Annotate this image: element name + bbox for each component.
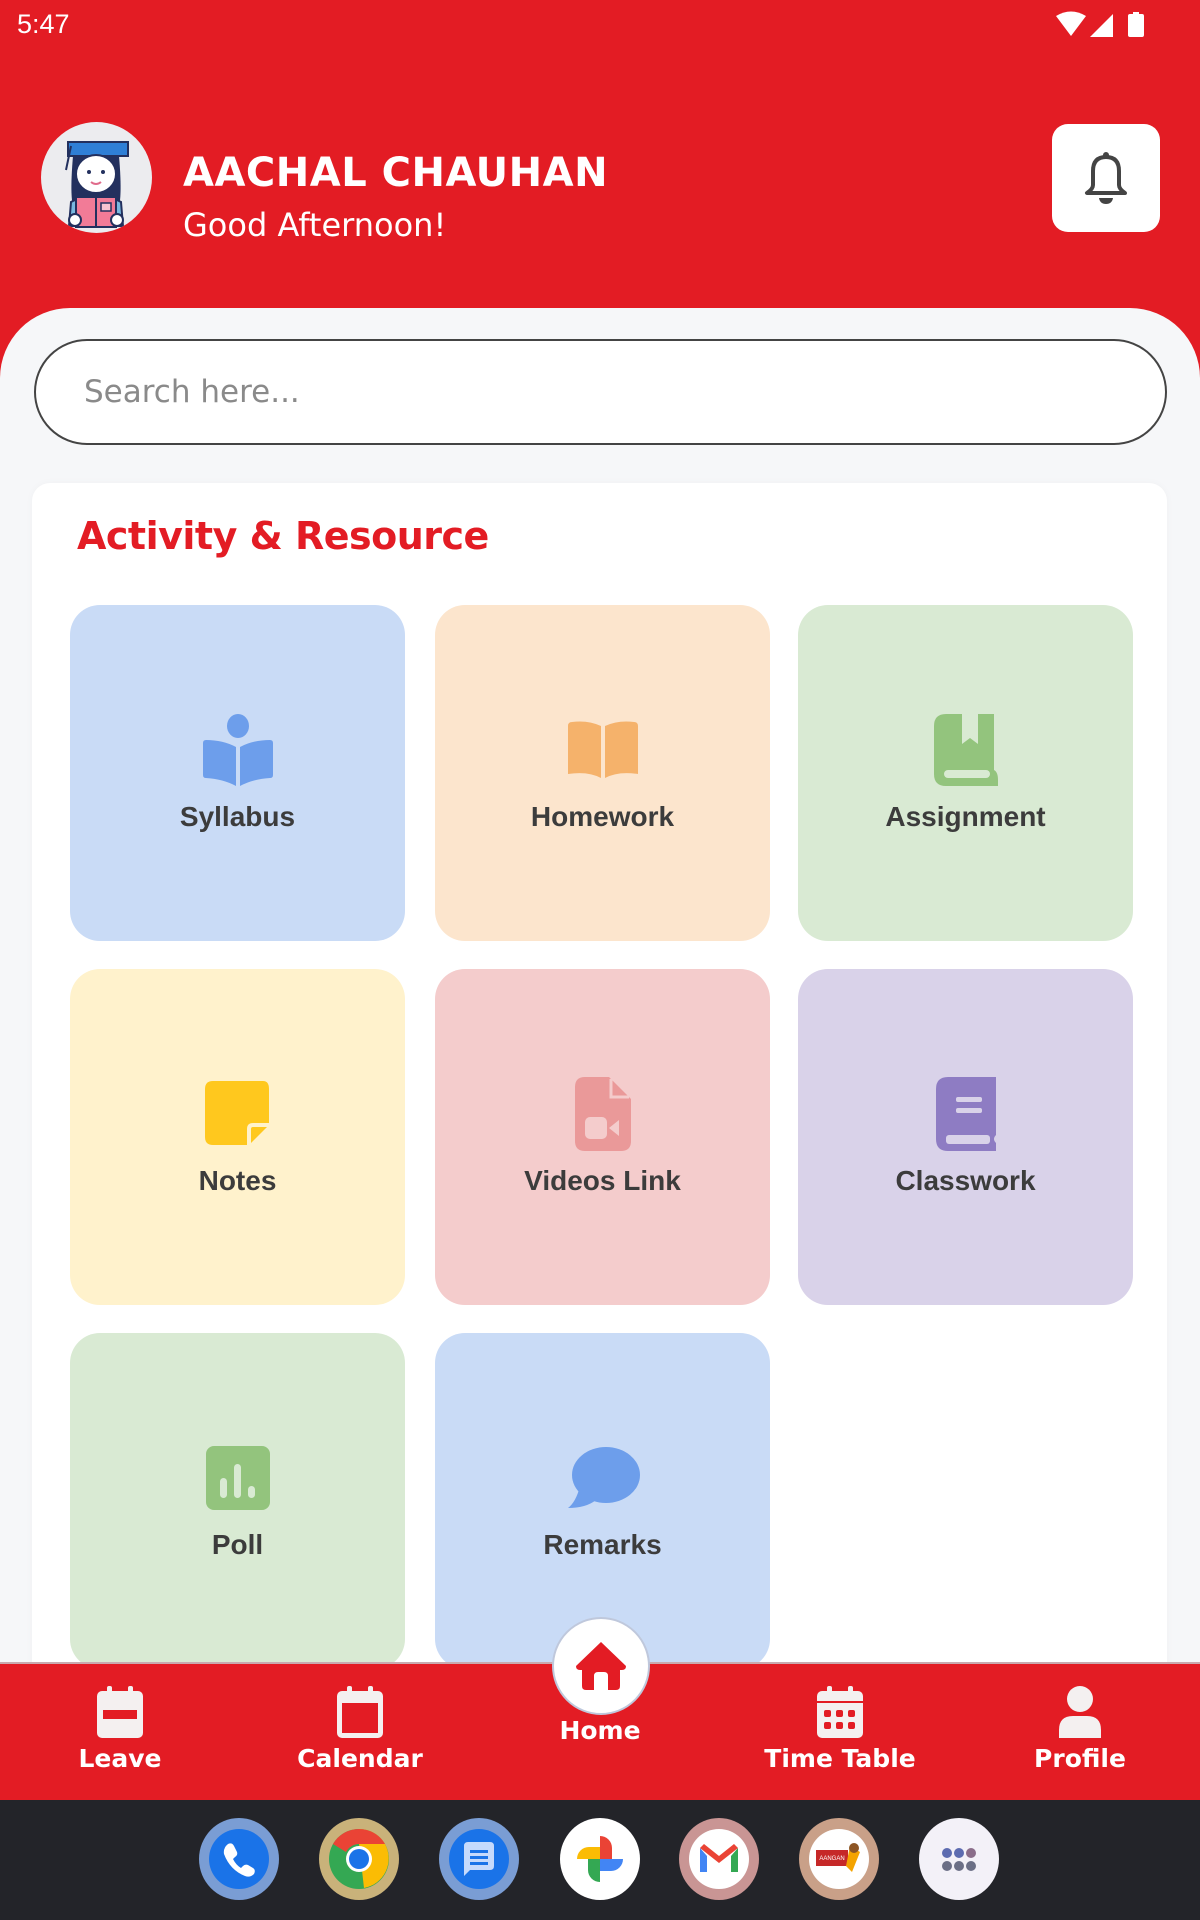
tile-label: Syllabus	[179, 801, 296, 832]
tile-homework[interactable]: Homework	[435, 605, 770, 941]
tile-label: Homework	[530, 801, 675, 832]
notebook-icon	[926, 1074, 1006, 1154]
dock-app-phone[interactable]	[199, 1818, 279, 1900]
battery-icon	[1128, 14, 1144, 37]
nav-profile[interactable]: Profile	[960, 1664, 1200, 1802]
home-icon	[576, 1642, 626, 1690]
user-name: AACHAL CHAUHAN	[183, 150, 609, 196]
system-dock: AANGAN	[0, 1800, 1200, 1920]
nav-label: Profile	[1034, 1744, 1126, 1773]
gmail-icon	[689, 1829, 749, 1889]
status-time: 5:47	[17, 9, 70, 39]
chat-bubble-icon	[563, 1438, 643, 1518]
nav-label: Calendar	[297, 1744, 423, 1773]
greeting-text: Good Afternoon!	[183, 206, 447, 244]
student-avatar-icon	[65, 141, 129, 228]
tile-label: Videos Link	[524, 1165, 681, 1196]
open-book-icon	[563, 710, 643, 790]
nav-label: Time Table	[764, 1744, 916, 1773]
search-input[interactable]	[84, 341, 1104, 443]
tile-label: Remarks	[543, 1529, 662, 1560]
bell-icon	[1085, 152, 1127, 204]
tile-notes[interactable]: Notes	[70, 969, 405, 1305]
dock-app-messages[interactable]	[439, 1818, 519, 1900]
photos-icon	[577, 1836, 623, 1882]
tile-assignment[interactable]: Assignment	[798, 605, 1133, 941]
avatar[interactable]	[41, 122, 152, 233]
sticky-note-icon	[198, 1074, 278, 1154]
svg-text:AANGAN: AANGAN	[819, 1856, 844, 1862]
status-icons	[1056, 11, 1144, 37]
dock-app-chrome[interactable]	[319, 1818, 399, 1900]
tile-classwork[interactable]: Classwork	[798, 969, 1133, 1305]
tile-videos-link[interactable]: Videos Link	[435, 969, 770, 1305]
app-header: 5:47 AACHAL CHAUHAN Good Afternoon!	[0, 0, 1200, 330]
tile-syllabus[interactable]: Syllabus	[70, 605, 405, 941]
nav-home[interactable]	[552, 1617, 650, 1715]
notifications-button[interactable]	[1052, 124, 1160, 232]
section-title: Activity & Resource	[77, 514, 489, 558]
tile-label: Poll	[211, 1529, 264, 1560]
dock-app-aangan-school[interactable]: AANGAN	[799, 1818, 879, 1900]
bookmark-book-icon	[926, 710, 1006, 790]
profile-icon	[1055, 1686, 1105, 1738]
tile-label: Notes	[198, 1165, 277, 1196]
nav-calendar[interactable]: Calendar	[240, 1664, 480, 1802]
nav-label: Leave	[78, 1744, 162, 1773]
tile-label: Classwork	[895, 1165, 1036, 1196]
phone-icon	[209, 1829, 269, 1889]
poll-chart-icon	[198, 1438, 278, 1518]
tile-label: Assignment	[885, 801, 1046, 832]
nav-leave[interactable]: Leave	[0, 1664, 240, 1802]
cellular-signal-icon	[1090, 14, 1113, 37]
dock-app-drawer[interactable]	[919, 1818, 999, 1900]
tile-poll[interactable]: Poll	[70, 1333, 405, 1669]
leave-calendar-icon	[95, 1686, 145, 1738]
timetable-icon	[815, 1686, 865, 1738]
nav-time-table[interactable]: Time Table	[720, 1664, 960, 1802]
dock-app-gmail[interactable]	[679, 1818, 759, 1900]
video-file-icon	[563, 1074, 643, 1154]
reading-book-icon	[198, 710, 278, 790]
app-drawer-icon	[942, 1848, 976, 1871]
dock-app-photos[interactable]	[560, 1818, 640, 1900]
nav-home-label: Home	[559, 1716, 641, 1745]
aangan-school-icon: AANGAN	[809, 1829, 869, 1889]
wifi-icon	[1056, 11, 1086, 36]
chrome-icon	[329, 1828, 389, 1889]
calendar-icon	[335, 1686, 385, 1738]
messages-icon	[449, 1829, 509, 1889]
search-field[interactable]	[34, 339, 1167, 445]
